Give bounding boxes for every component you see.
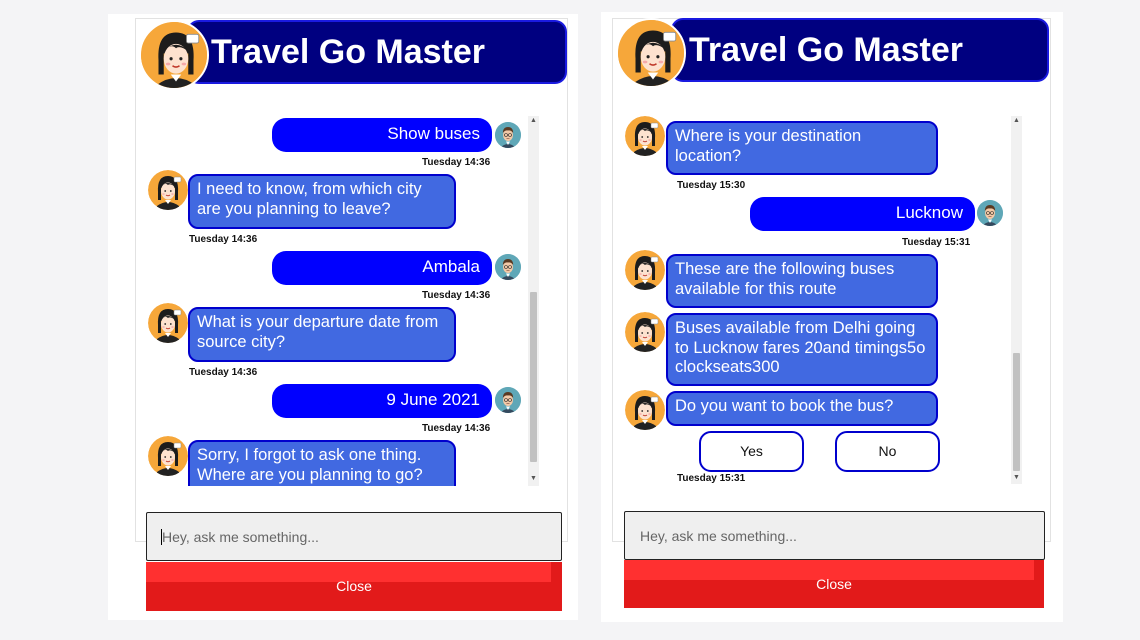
- chat-window-right: Travel Go Master Where is your destinati…: [601, 12, 1063, 622]
- user-avatar-icon: [495, 122, 521, 148]
- message-timestamp: Tuesday 15:30: [677, 180, 746, 191]
- assistant-avatar-icon: [625, 390, 665, 430]
- yes-button[interactable]: Yes: [699, 431, 804, 472]
- chat-header: Travel Go Master: [671, 18, 1049, 82]
- message-timestamp: Tuesday 14:36: [422, 423, 491, 434]
- assistant-avatar-icon: [148, 303, 188, 343]
- user-avatar-icon: [495, 387, 521, 413]
- message-list[interactable]: Where is your destination location? Tues…: [621, 112, 1031, 486]
- close-button-label: Close: [816, 576, 852, 592]
- assistant-avatar-icon: [625, 116, 665, 156]
- bot-message-bubble: Do you want to book the bus?: [666, 391, 938, 426]
- message-timestamp: Tuesday 14:36: [422, 290, 491, 301]
- assistant-avatar-icon: [148, 170, 188, 210]
- bot-message-bubble: Where is your destination location?: [666, 121, 938, 175]
- message-timestamp: Tuesday 15:31: [902, 237, 971, 248]
- user-message-bubble: Show buses: [272, 118, 492, 152]
- message-input[interactable]: [146, 512, 562, 561]
- assistant-logo-icon: [616, 18, 686, 88]
- chat-header: Travel Go Master: [187, 20, 567, 84]
- header-title: Travel Go Master: [689, 31, 964, 69]
- user-message-bubble: Ambala: [272, 251, 492, 285]
- scroll-down-arrow-icon[interactable]: ▼: [528, 474, 539, 484]
- message-timestamp: Tuesday 14:36: [189, 367, 258, 378]
- message-list[interactable]: Show buses Tuesday 14:36 I need to know,…: [138, 114, 568, 486]
- message-timestamp: Tuesday 14:36: [189, 234, 258, 245]
- chat-scrollbar[interactable]: ▲ ▼: [1011, 116, 1022, 484]
- scroll-down-arrow-icon[interactable]: ▼: [1011, 473, 1022, 483]
- user-message-bubble: 9 June 2021: [272, 384, 492, 418]
- bot-message-bubble: What is your departure date from source …: [188, 307, 456, 362]
- close-button[interactable]: Close: [624, 560, 1044, 608]
- bot-message-bubble: I need to know, from which city are you …: [188, 174, 456, 229]
- message-input[interactable]: [624, 511, 1045, 560]
- chat-window-left: Travel Go Master Show buses Tuesday 14:3…: [108, 14, 578, 620]
- close-button-label: Close: [336, 578, 372, 594]
- no-button[interactable]: No: [835, 431, 940, 472]
- message-timestamp: Tuesday 15:31: [677, 473, 746, 484]
- message-timestamp: Tuesday 14:36: [422, 157, 491, 168]
- scroll-up-arrow-icon[interactable]: ▲: [1011, 116, 1022, 126]
- scroll-up-arrow-icon[interactable]: ▲: [528, 116, 539, 126]
- header-title: Travel Go Master: [211, 33, 486, 71]
- scrollbar-thumb[interactable]: [1013, 353, 1020, 471]
- close-button[interactable]: Close: [146, 562, 562, 611]
- scrollbar-thumb[interactable]: [530, 292, 537, 462]
- bot-message-bubble: Buses available from Delhi going to Luck…: [666, 313, 938, 386]
- bot-message-bubble: These are the following buses available …: [666, 254, 938, 308]
- user-avatar-icon: [495, 254, 521, 280]
- assistant-avatar-icon: [148, 436, 188, 476]
- user-avatar-icon: [977, 200, 1003, 226]
- user-message-bubble: Lucknow: [750, 197, 975, 231]
- assistant-avatar-icon: [625, 250, 665, 290]
- bot-message-bubble: Sorry, I forgot to ask one thing. Where …: [188, 440, 456, 486]
- chat-scrollbar[interactable]: ▲ ▼: [528, 116, 539, 486]
- assistant-avatar-icon: [625, 312, 665, 352]
- assistant-logo-icon: [139, 20, 209, 90]
- text-caret: [161, 529, 162, 545]
